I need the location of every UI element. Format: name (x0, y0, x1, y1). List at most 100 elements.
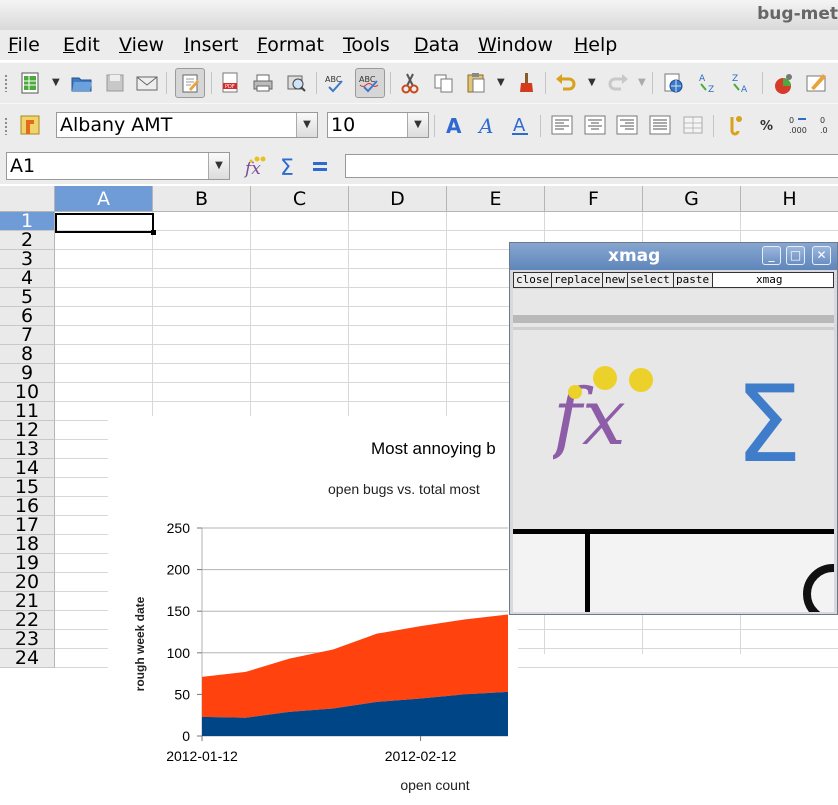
xmag-paste-button[interactable]: paste (674, 273, 713, 287)
merge-cells-icon[interactable] (679, 111, 707, 139)
menu-window[interactable]: Window (478, 34, 553, 56)
chart-svg: Most annoying b open bugs vs. total most… (133, 439, 508, 793)
column-header-h[interactable]: H (741, 186, 838, 212)
column-header-f[interactable]: F (545, 186, 643, 212)
toolbar-grip[interactable] (4, 74, 8, 92)
xmag-window[interactable]: xmag _ □ ✕ close replace new select past… (509, 242, 838, 615)
svg-text:fx: fx (553, 373, 626, 463)
formula-equals-icon[interactable] (306, 152, 334, 180)
italic-icon[interactable]: A (473, 111, 501, 139)
svg-text:.000: .000 (789, 126, 807, 135)
xmag-magnified-view[interactable]: fx Σ (513, 289, 834, 612)
undo-icon[interactable] (552, 69, 580, 97)
redo-dropdown-icon[interactable]: ▼ (638, 77, 646, 88)
xmag-close-button[interactable]: close (514, 273, 552, 287)
minimize-button[interactable]: _ (762, 246, 781, 265)
chart-y-tick-label: 250 (167, 520, 191, 536)
export-pdf-icon[interactable]: PDF (216, 69, 244, 97)
insert-chart-icon[interactable] (770, 69, 798, 97)
menu-format[interactable]: Format (257, 34, 324, 56)
magnified-function-wizard-icon: fx (553, 366, 653, 463)
font-size-dropdown-icon[interactable]: ▼ (407, 113, 428, 137)
column-header-e[interactable]: E (447, 186, 545, 212)
menu-insert[interactable]: Insert (184, 34, 239, 56)
column-header-d[interactable]: D (349, 186, 447, 212)
chart-x-tick-label: 2012-02-12 (385, 748, 457, 764)
cut-icon[interactable] (396, 69, 424, 97)
show-draw-functions-icon[interactable] (803, 69, 831, 97)
font-size-value: 10 (331, 114, 356, 136)
save-icon[interactable] (101, 69, 129, 97)
sort-ascending-icon[interactable]: AZ (694, 69, 722, 97)
add-decimal-icon[interactable]: 0.000 (786, 111, 814, 139)
xmag-label: xmag (756, 273, 783, 286)
underline-icon[interactable]: A (506, 111, 534, 139)
menu-file[interactable]: File (8, 34, 40, 56)
new-dropdown-icon[interactable]: ▼ (52, 77, 60, 88)
print-preview-icon[interactable] (282, 69, 310, 97)
print-icon[interactable] (249, 69, 277, 97)
toolbar-grip-2[interactable] (4, 117, 8, 135)
chart-y-tick-label: 150 (167, 603, 191, 619)
magnified-sum-icon: Σ (735, 369, 802, 479)
chart-y-tick-label: 100 (167, 645, 191, 661)
delete-decimal-icon[interactable]: 0.0 (816, 111, 838, 139)
font-name-box[interactable]: Albany AMT ▼ (56, 112, 318, 138)
column-header-g[interactable]: G (643, 186, 741, 212)
function-wizard-icon[interactable]: fx (241, 152, 269, 180)
column-header-b[interactable]: B (153, 186, 251, 212)
formatting-toolbar: Albany AMT ▼ 10 ▼ A A A % 0.000 0.0 (0, 103, 838, 149)
justify-icon[interactable] (646, 111, 674, 139)
xmag-replace-button[interactable]: replace (552, 273, 603, 287)
font-name-dropdown-icon[interactable]: ▼ (296, 113, 317, 137)
sort-descending-icon[interactable]: ZA (727, 69, 755, 97)
formula-input[interactable] (345, 154, 838, 178)
align-left-icon[interactable] (548, 111, 576, 139)
currency-format-icon[interactable] (721, 111, 749, 139)
chart-x-axis-label: open count (400, 777, 469, 793)
window-titlebar: bug-met (0, 0, 838, 31)
embedded-chart[interactable]: Most annoying b open bugs vs. total most… (108, 416, 518, 801)
autospellcheck-icon[interactable]: ABC (355, 68, 385, 98)
menu-edit[interactable]: Edit (63, 34, 100, 56)
align-center-icon[interactable] (581, 111, 609, 139)
xmag-select-button[interactable]: select (628, 273, 674, 287)
column-header-c[interactable]: C (251, 186, 349, 212)
select-all-corner[interactable] (0, 186, 55, 212)
row-header-24[interactable]: 24 (0, 649, 55, 668)
menu-help[interactable]: Help (574, 34, 617, 56)
svg-text:Σ: Σ (280, 156, 294, 178)
new-spreadsheet-icon[interactable] (16, 69, 44, 97)
maximize-button[interactable]: □ (786, 246, 805, 265)
align-right-icon[interactable] (613, 111, 641, 139)
bold-icon[interactable]: A (440, 111, 468, 139)
percent-format-icon[interactable]: % (754, 111, 782, 139)
menu-tools[interactable]: Tools (343, 34, 390, 56)
menu-data[interactable]: Data (414, 34, 459, 56)
clone-formatting-icon[interactable] (512, 69, 540, 97)
menubar: File Edit View Insert Format Tools Data … (0, 30, 838, 60)
xmag-new-button[interactable]: new (603, 273, 628, 287)
undo-dropdown-icon[interactable]: ▼ (588, 77, 596, 88)
column-header-a[interactable]: A (55, 186, 153, 212)
close-window-button[interactable]: ✕ (812, 246, 831, 265)
chart-y-ticks: 0 50 100 150 200 250 (167, 520, 202, 744)
copy-icon[interactable] (430, 69, 458, 97)
paste-dropdown-icon[interactable]: ▼ (497, 77, 505, 88)
svg-text:0: 0 (789, 116, 794, 125)
hyperlink-icon[interactable] (660, 69, 688, 97)
edit-mode-icon[interactable] (175, 68, 205, 98)
menu-view[interactable]: View (119, 34, 164, 56)
name-box[interactable]: A1 ▼ (6, 152, 230, 180)
font-size-box[interactable]: 10 ▼ (327, 112, 429, 138)
spellcheck-icon[interactable]: ABC (322, 69, 350, 97)
styles-formatting-icon[interactable] (16, 111, 44, 139)
email-icon[interactable] (133, 69, 161, 97)
active-cell-cursor[interactable] (55, 213, 156, 235)
sum-icon[interactable]: Σ (274, 152, 302, 180)
xmag-titlebar[interactable]: xmag _ □ ✕ (510, 243, 837, 270)
open-folder-icon[interactable] (68, 69, 96, 97)
redo-icon[interactable] (604, 69, 632, 97)
paste-icon[interactable] (462, 69, 490, 97)
name-box-dropdown-icon[interactable]: ▼ (208, 153, 229, 179)
